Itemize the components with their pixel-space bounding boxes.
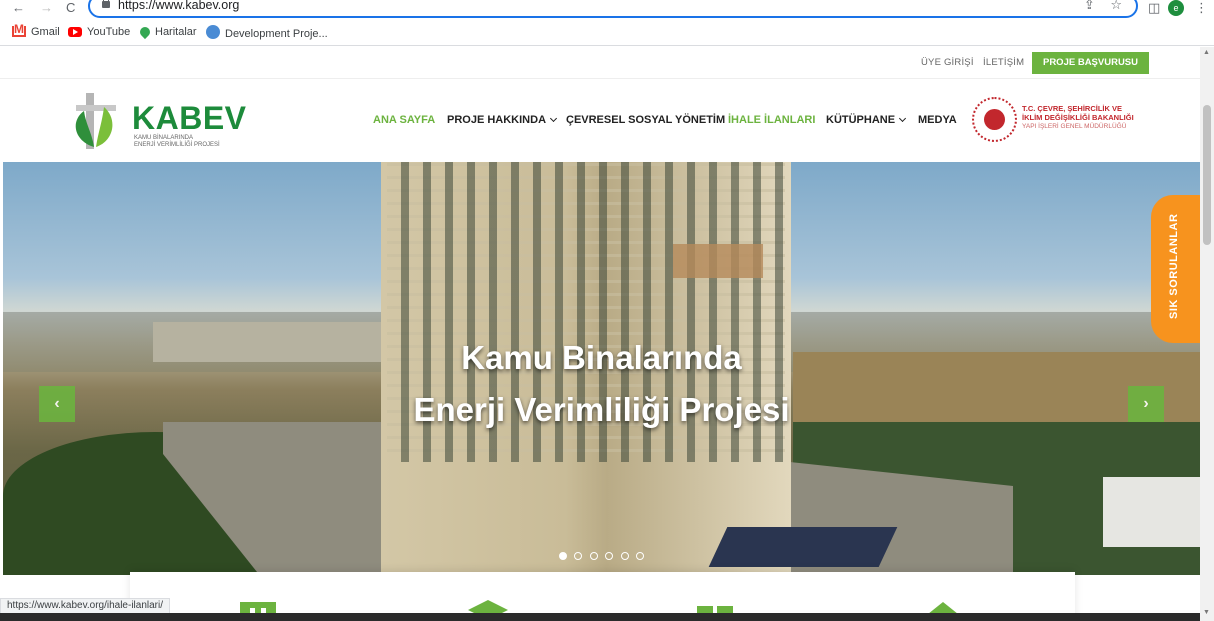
nav-library[interactable]: KÜTÜPHANE bbox=[826, 114, 907, 126]
maps-pin-icon bbox=[137, 24, 153, 40]
bookmarks-bar: Gmail YouTube Haritalar Development Proj… bbox=[0, 20, 1214, 46]
scroll-up-icon[interactable]: ▲ bbox=[1203, 49, 1210, 56]
taskbar-edge bbox=[0, 613, 1200, 621]
slider-next-button[interactable]: › bbox=[1128, 386, 1164, 422]
nav-tenders[interactable]: İHALE İLANLARI bbox=[728, 114, 815, 126]
scroll-down-icon[interactable]: ▼ bbox=[1203, 609, 1210, 616]
forward-icon[interactable]: → bbox=[40, 0, 53, 16]
solar-panels bbox=[708, 527, 898, 567]
ministry-line-3: YAPI İŞLERİ GENEL MÜDÜRLÜĞÜ bbox=[1022, 123, 1127, 130]
bookmark-gmail[interactable]: Gmail bbox=[12, 22, 60, 39]
logo-subtitle-2: ENERJİ VERİMLİLİĞİ PROJESİ bbox=[134, 142, 220, 148]
bookmark-maps[interactable]: Haritalar bbox=[137, 24, 197, 40]
nav-environmental-social[interactable]: ÇEVRESEL SOSYAL YÖNETİM bbox=[566, 114, 725, 126]
globe-icon bbox=[206, 25, 220, 39]
hero-title: Kamu Binalarında Enerji Verimliliği Proj… bbox=[413, 339, 790, 428]
share-icon[interactable]: ⇪ bbox=[1084, 0, 1095, 12]
nav-home[interactable]: ANA SAYFA bbox=[373, 114, 435, 126]
slider-dot[interactable] bbox=[589, 552, 598, 560]
divider bbox=[0, 78, 1200, 79]
bookmark-development[interactable]: Development Proje... bbox=[206, 25, 328, 41]
logo-title: KABEV bbox=[132, 100, 247, 136]
chevron-down-icon bbox=[899, 114, 907, 123]
chevron-down-icon bbox=[549, 114, 558, 123]
nav-about-project[interactable]: PROJE HAKKINDA bbox=[447, 114, 558, 126]
profile-avatar[interactable]: e bbox=[1168, 0, 1184, 16]
gmail-icon bbox=[12, 22, 26, 37]
ministry-logo[interactable]: T.C. ÇEVRE, ŞEHİRCİLİK VE İKLİM DEĞİŞİKL… bbox=[972, 97, 1152, 145]
scroll-thumb[interactable] bbox=[1203, 105, 1211, 245]
ministry-seal-icon bbox=[972, 97, 1017, 142]
status-bar-url: https://www.kabev.org/ihale-ilanlari/ bbox=[0, 598, 170, 614]
hero-slider: Kamu Binalarında Enerji Verimliliği Proj… bbox=[3, 162, 1200, 575]
youtube-icon bbox=[68, 27, 82, 37]
browser-toolbar: ← → C https://www.kabev.org ⇪ ☆ ◫ e ⋮ bbox=[0, 0, 1214, 20]
reload-icon[interactable]: C bbox=[66, 0, 75, 16]
side-panel-icon[interactable]: ◫ bbox=[1148, 0, 1160, 16]
logo-subtitle-1: KAMU BİNALARINDA bbox=[134, 135, 194, 141]
slider-dot[interactable] bbox=[559, 552, 567, 560]
site-logo[interactable]: KABEV KAMU BİNALARINDA ENERJİ VERİMLİLİĞ… bbox=[62, 89, 262, 153]
project-apply-button[interactable]: PROJE BAŞVURUSU bbox=[1032, 52, 1149, 74]
page-scrollbar[interactable]: ▲ ▼ bbox=[1200, 47, 1214, 621]
bookmark-youtube[interactable]: YouTube bbox=[68, 25, 130, 39]
leaf-building-icon bbox=[75, 93, 116, 149]
lock-icon bbox=[102, 0, 110, 8]
ministry-line-2: İKLİM DEĞİŞİKLİĞİ BAKANLIĞI bbox=[1022, 113, 1134, 122]
bookmark-star-icon[interactable]: ☆ bbox=[1110, 0, 1122, 12]
web-page: ÜYE GİRİŞİ İLETİŞİM PROJE BAŞVURUSU KABE… bbox=[0, 47, 1200, 621]
member-login-link[interactable]: ÜYE GİRİŞİ bbox=[921, 57, 974, 68]
slider-prev-button[interactable]: ‹ bbox=[39, 386, 75, 422]
nav-media[interactable]: MEDYA bbox=[918, 114, 957, 126]
address-bar[interactable]: https://www.kabev.org ⇪ ☆ bbox=[88, 0, 1138, 18]
ministry-line-1: T.C. ÇEVRE, ŞEHİRCİLİK VE bbox=[1022, 104, 1123, 113]
browser-menu-icon[interactable]: ⋮ bbox=[1195, 0, 1208, 16]
slider-dots bbox=[559, 547, 647, 560]
url-text[interactable]: https://www.kabev.org bbox=[118, 0, 239, 13]
contact-link[interactable]: İLETİŞİM bbox=[983, 57, 1024, 68]
faq-tab[interactable]: SIK SORULANLAR bbox=[1151, 195, 1200, 343]
back-icon[interactable]: ← bbox=[12, 0, 25, 16]
slider-dot[interactable] bbox=[620, 552, 629, 560]
